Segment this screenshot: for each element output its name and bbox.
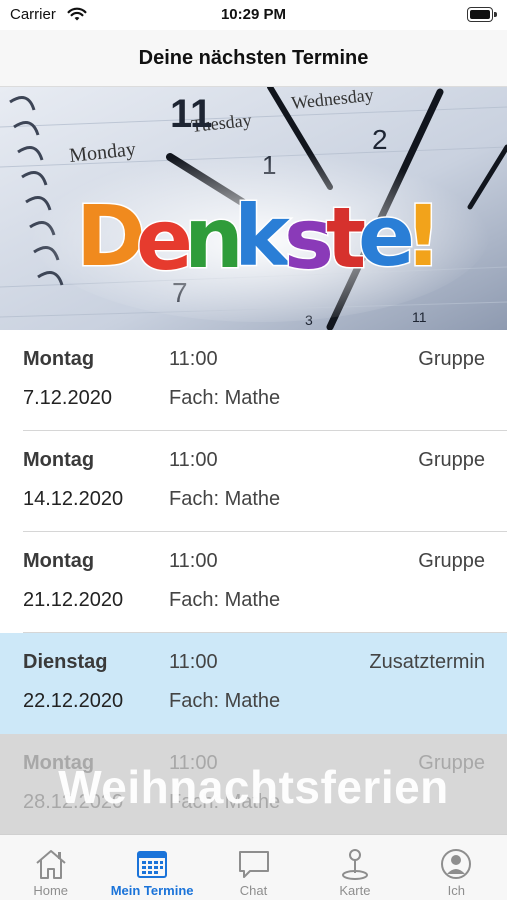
appointment-subject: Fach: Mathe [169, 387, 281, 409]
home-icon [33, 847, 69, 881]
appointment-subject: Fach: Mathe [169, 488, 281, 510]
appointment-time: 11:00 [169, 550, 218, 572]
appointment-type: Gruppe [418, 348, 485, 370]
holiday-row[interactable]: Montag 11:00 Gruppe 28.12.2020 Fach: Mat… [0, 734, 507, 834]
svg-text:!: ! [404, 187, 442, 285]
status-bar: Carrier 10:29 PM [0, 0, 507, 30]
appointment-date: 14.12.2020 [23, 488, 124, 510]
appointment-date: 22.12.2020 [23, 690, 124, 712]
tab-label: Ich [447, 883, 465, 898]
denkste-logo: D e n k s t e ! [75, 186, 444, 291]
navigation-bar: Deine nächsten Termine [0, 30, 507, 87]
appointment-type: Zusatztermin [369, 651, 485, 673]
tab-label: Home [33, 883, 69, 898]
calendar-icon [134, 847, 170, 881]
appointment-type: Gruppe [418, 550, 485, 572]
tab-mein-termine[interactable]: Mein Termine [101, 835, 202, 900]
tab-bar: Home Mein Termine Chat Karte Ich [0, 834, 507, 900]
appointment-row-highlighted[interactable]: Dienstag 11:00 Zusatztermin 22.12.2020 F… [0, 633, 507, 734]
tab-label: Chat [239, 883, 268, 898]
appointment-time: 11:00 [169, 449, 218, 471]
profile-icon [438, 847, 474, 881]
map-pin-icon [337, 847, 373, 881]
clock-number: 11 [170, 92, 212, 136]
clock-number: 11 [412, 309, 427, 325]
tab-ich[interactable]: Ich [406, 835, 507, 900]
appointment-subject: Fach: Mathe [169, 690, 281, 712]
tab-label: Mein Termine [110, 883, 194, 898]
status-time: 10:29 PM [220, 6, 287, 23]
appointment-row[interactable]: Montag 11:00 Gruppe 14.12.2020 Fach: Mat… [0, 431, 507, 532]
holiday-label: Weihnachtsferien [58, 761, 449, 813]
appointment-day: Montag [23, 348, 95, 370]
appointment-date: 7.12.2020 [23, 387, 112, 409]
appointment-list: Montag 11:00 Gruppe 7.12.2020 Fach: Math… [0, 330, 507, 734]
appointment-row[interactable]: Montag 11:00 Gruppe 21.12.2020 Fach: Mat… [0, 532, 507, 633]
clock-number: 2 [372, 124, 388, 155]
appointment-type: Gruppe [418, 449, 485, 471]
tab-chat[interactable]: Chat [203, 835, 304, 900]
appointment-time: 11:00 [169, 651, 218, 673]
battery-icon [467, 7, 497, 22]
banner-image: Monday Tuesday Wednesday 11 1 2 7 3 11 D… [0, 87, 507, 330]
tab-karte[interactable]: Karte [304, 835, 405, 900]
tab-home[interactable]: Home [0, 835, 101, 900]
page-title: Deine nächsten Termine [138, 47, 369, 69]
appointment-time: 11:00 [169, 348, 218, 370]
appointment-subject: Fach: Mathe [169, 589, 281, 611]
appointment-day: Montag [23, 550, 95, 572]
appointment-day: Dienstag [23, 651, 108, 673]
appointment-date: 21.12.2020 [23, 589, 124, 611]
appointment-row[interactable]: Montag 11:00 Gruppe 7.12.2020 Fach: Math… [0, 330, 507, 431]
tab-label: Karte [339, 883, 371, 898]
chat-icon [236, 847, 272, 881]
appointment-day: Montag [23, 449, 95, 471]
